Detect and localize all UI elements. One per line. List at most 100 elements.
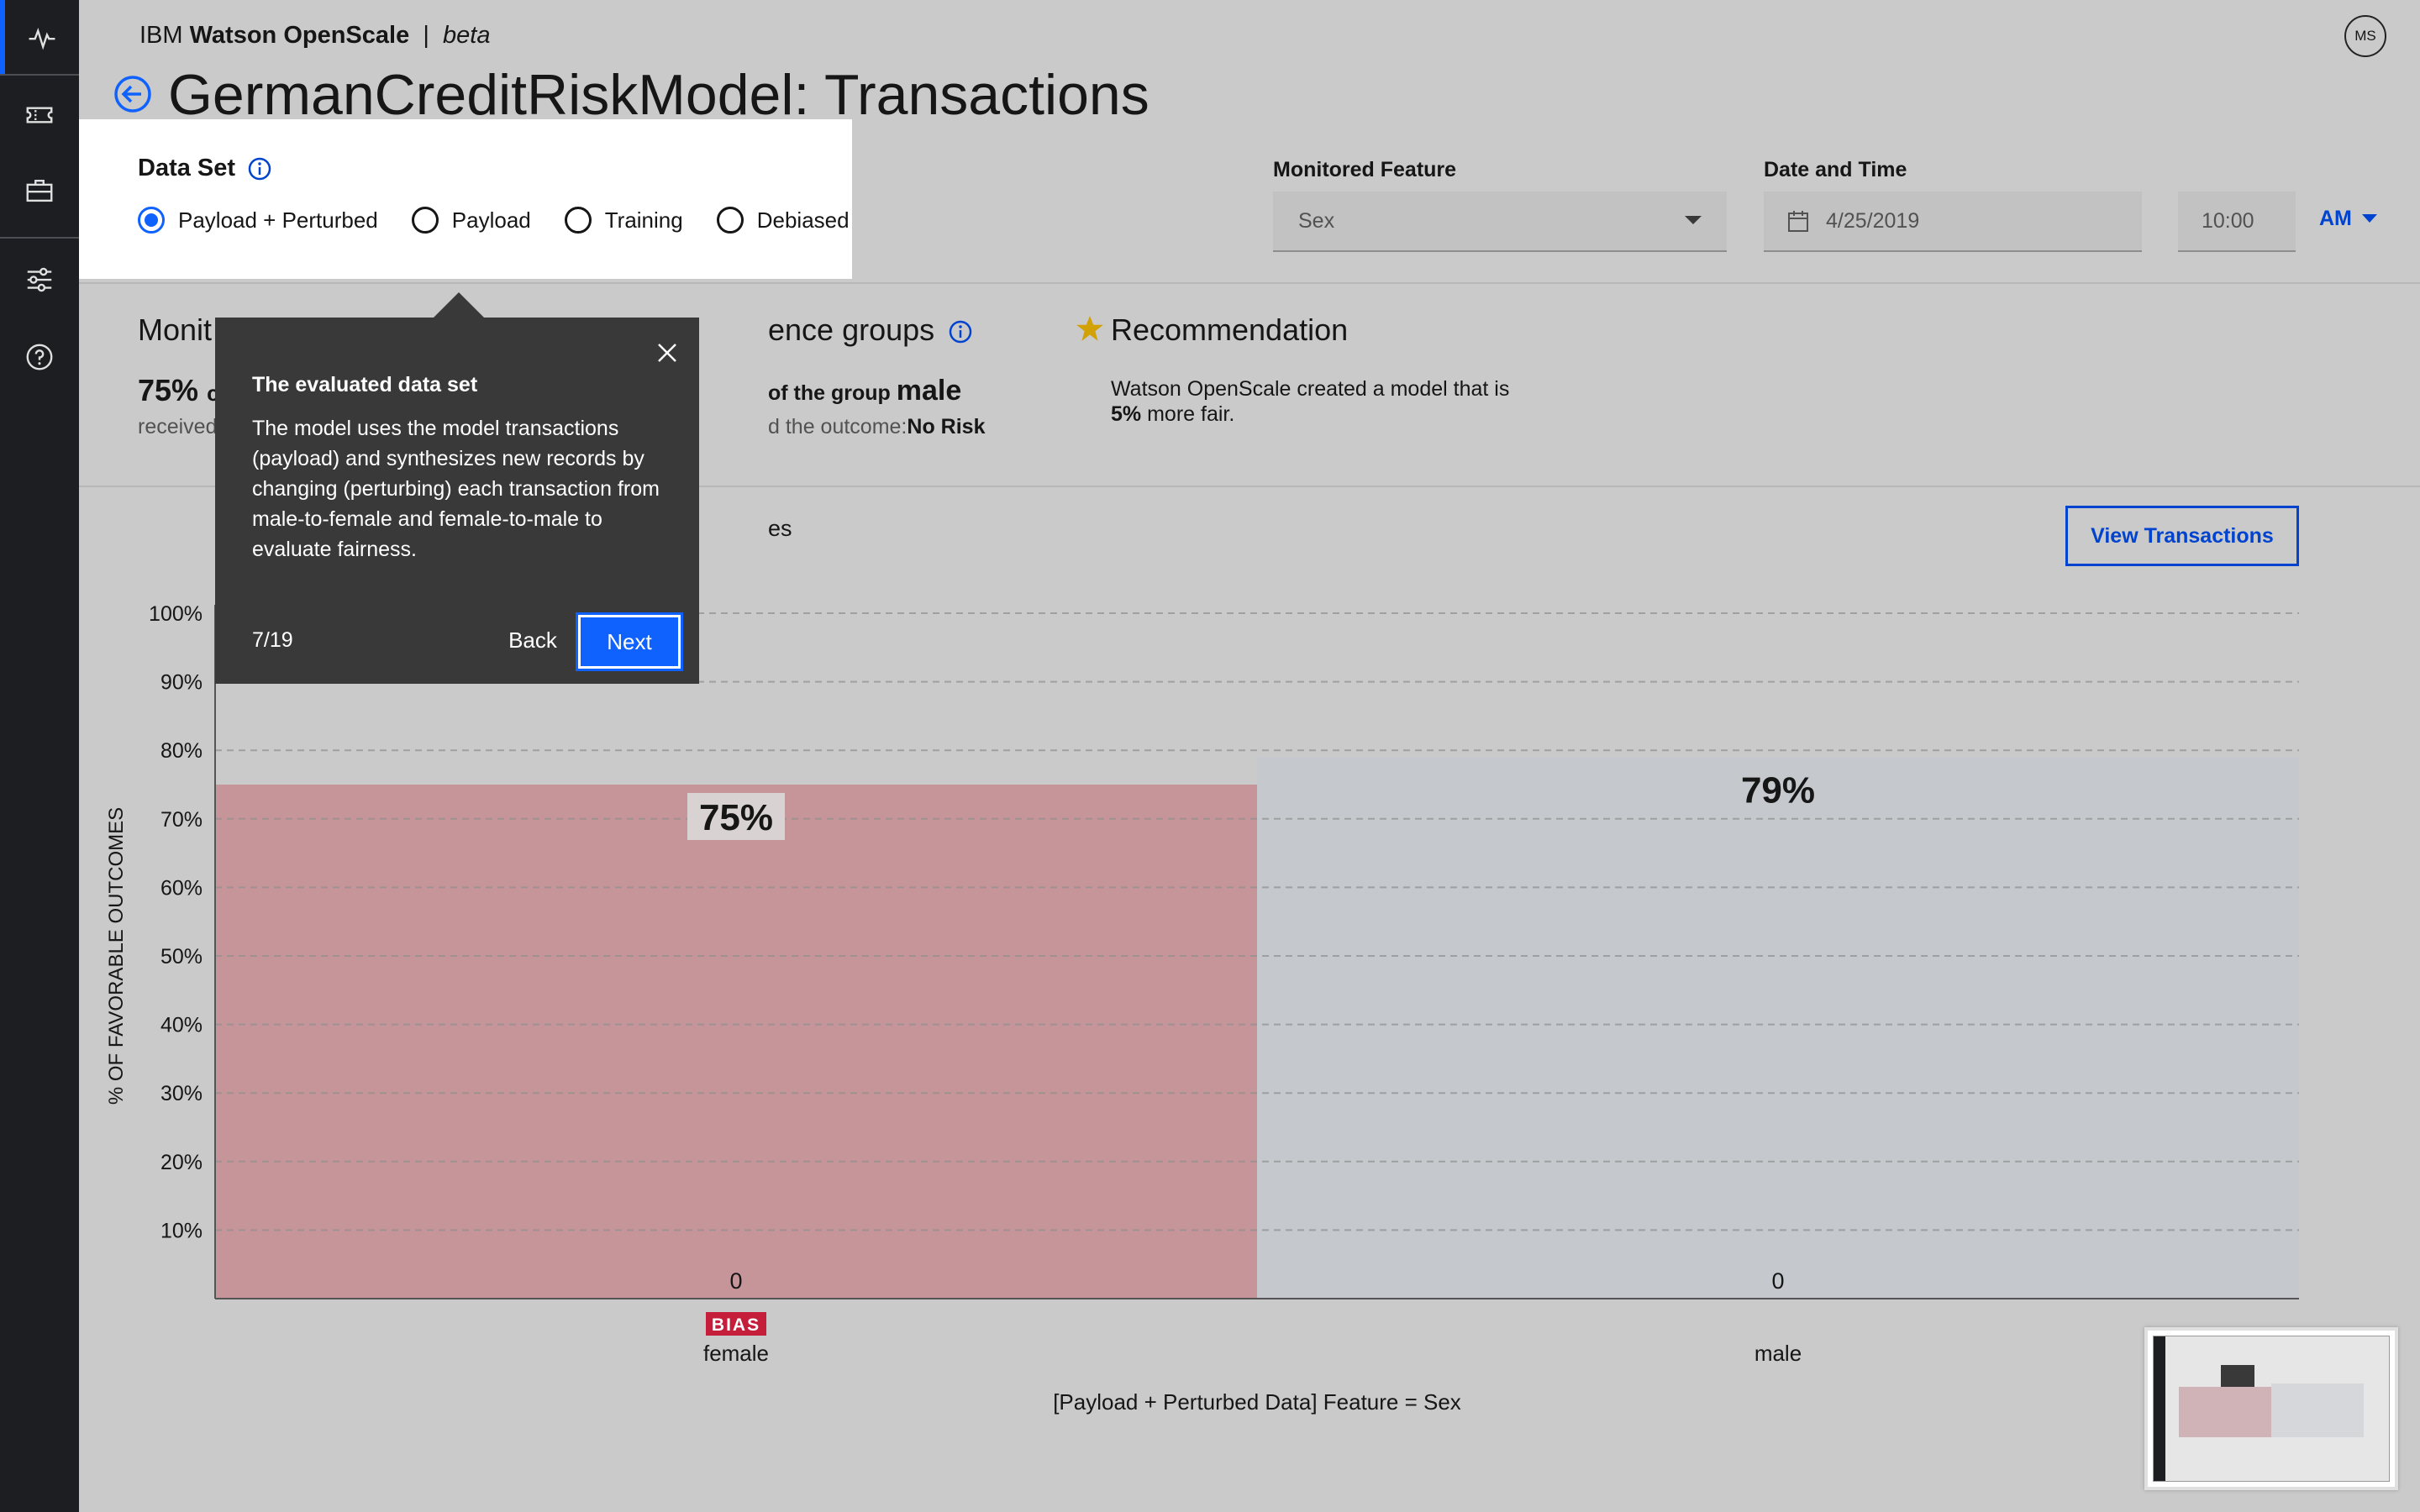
date-input[interactable]: 4/25/2019 — [1764, 192, 2142, 252]
app-brand: IBM Watson OpenScale | beta — [139, 22, 490, 50]
monitored-group-sub: received — [138, 415, 218, 438]
date-time-label: Date and Time — [1764, 158, 1907, 181]
category-label: female — [703, 1341, 769, 1366]
back-arrow-icon[interactable] — [113, 74, 153, 114]
x-axis-label: [Payload + Perturbed Data] Feature = Sex — [1053, 1389, 1461, 1415]
y-tick-label: 30% — [160, 1082, 203, 1105]
radio-debiased[interactable]: Debiased — [716, 207, 850, 234]
ticket-icon[interactable] — [0, 77, 79, 153]
radio-button[interactable] — [716, 207, 744, 234]
briefcase-icon[interactable] — [0, 153, 79, 228]
brand-ibm: IBM — [139, 22, 183, 49]
reference-sub-text: d the outcome: — [768, 415, 908, 438]
ampm-select[interactable]: AM — [2319, 207, 2377, 231]
bias-badge-label: BIAS — [712, 1315, 760, 1335]
caret-down-icon — [2361, 214, 2377, 223]
y-tick-label: 70% — [160, 808, 203, 832]
minimap-preview — [2153, 1336, 2390, 1482]
avatar-initials: MS — [2354, 28, 2376, 44]
radio-label: Debiased — [756, 207, 850, 233]
radio-payload-perturbed[interactable]: Payload + Perturbed — [138, 207, 378, 234]
reference-heading-text: ence groups — [768, 312, 935, 347]
y-tick-label: 90% — [160, 671, 203, 695]
recommendation-tail: more fair. — [1147, 402, 1235, 426]
monitored-feature-label: Monitored Feature — [1273, 158, 1457, 181]
monitored-feature-select[interactable]: Sex — [1273, 192, 1727, 252]
radio-training[interactable]: Training — [564, 207, 683, 234]
category-label: male — [1754, 1341, 1802, 1366]
monitored-group-heading: Monit — [138, 312, 213, 347]
radio-button[interactable] — [411, 207, 439, 234]
reference-groups-heading: ence groups — [768, 312, 973, 348]
data-set-title: Data Set — [138, 155, 272, 182]
value-label: 75% — [699, 797, 773, 838]
y-tick-label: 10% — [160, 1219, 203, 1242]
time-input[interactable]: 10:00 — [2178, 192, 2296, 252]
info-icon[interactable] — [948, 319, 973, 344]
tour-title: The evaluated data set — [252, 373, 478, 396]
tour-body: The model uses the model transactions (p… — [252, 417, 660, 561]
value-label-bg — [687, 793, 785, 840]
reference-outcome-line: d the outcome:No Risk — [768, 415, 985, 439]
data-set-panel: Data Set Payload + Perturbed Payload Tra… — [79, 119, 852, 279]
y-axis-label: % OF FAVORABLE OUTCOMES — [105, 807, 128, 1105]
bias-badge — [706, 1312, 766, 1336]
chart-heading-fragment: es — [768, 516, 792, 541]
bar-male — [1257, 757, 2299, 1299]
tour-back-button[interactable]: Back — [497, 615, 568, 665]
radio-label: Training — [604, 207, 683, 233]
data-set-title-text: Data Set — [138, 155, 236, 181]
radio-label: Payload + Perturbed — [178, 207, 378, 233]
data-set-radio-group: Payload + Perturbed Payload Training Deb… — [138, 207, 850, 234]
radio-button[interactable] — [564, 207, 592, 234]
sliders-icon[interactable] — [0, 242, 79, 318]
page-title: GermanCreditRiskModel: Transactions — [168, 63, 1150, 127]
brand-tag: beta — [443, 22, 491, 49]
caret-down-icon — [1685, 216, 1702, 224]
y-tick-label: 80% — [160, 739, 203, 763]
reference-line-text: of the group — [768, 381, 891, 405]
radio-payload[interactable]: Payload — [411, 207, 531, 234]
monitored-feature-value: Sex — [1298, 208, 1335, 233]
monitored-group-stat: 75% c — [138, 373, 219, 408]
value-label: 79% — [1741, 769, 1815, 811]
y-tick-label: 50% — [160, 945, 203, 969]
info-icon[interactable] — [247, 156, 272, 181]
y-tick-label: 60% — [160, 876, 203, 900]
avatar[interactable]: MS — [2344, 15, 2386, 57]
ampm-value: AM — [2319, 207, 2352, 230]
activity-icon[interactable] — [0, 0, 79, 76]
brand-separator: | — [423, 22, 429, 49]
y-tick-label: 40% — [160, 1014, 203, 1037]
count-label: 0 — [729, 1268, 742, 1294]
tour-popover-caret — [434, 292, 484, 318]
star-icon — [1076, 316, 1103, 341]
recommendation-pct: 5% — [1111, 402, 1142, 426]
count-label: 0 — [1771, 1268, 1784, 1294]
view-transactions-button[interactable]: View Transactions — [2065, 506, 2299, 566]
bar-female — [215, 785, 1257, 1299]
brand-product: Watson OpenScale — [189, 22, 410, 49]
tour-popover: The evaluated data set The model uses th… — [215, 318, 699, 684]
rail-divider — [0, 237, 79, 239]
radio-button-checked[interactable] — [138, 207, 165, 234]
tour-step-counter: 7/19 — [252, 628, 293, 652]
calendar-icon — [1788, 211, 1808, 232]
close-icon[interactable] — [652, 338, 682, 368]
y-tick-label: 20% — [160, 1151, 203, 1174]
tour-next-button[interactable]: Next — [576, 612, 683, 671]
help-icon[interactable] — [0, 319, 79, 395]
rail-divider — [0, 74, 79, 76]
page-minimap[interactable] — [2144, 1327, 2398, 1490]
time-value: 10:00 — [2202, 208, 2254, 233]
recommendation-heading: Recommendation — [1111, 312, 1349, 347]
reference-outcome: No Risk — [907, 415, 986, 438]
recommendation-text: Watson OpenScale created a model that is… — [1111, 376, 1581, 427]
monitored-pct: 75% — [138, 373, 199, 407]
left-nav-rail — [0, 0, 79, 1512]
recommendation-line1: Watson OpenScale created a model that is — [1111, 377, 1510, 401]
divider — [79, 282, 2420, 284]
radio-label: Payload — [451, 207, 531, 233]
reference-group-name: male — [896, 375, 962, 407]
reference-group-line: of the group male — [768, 375, 961, 407]
